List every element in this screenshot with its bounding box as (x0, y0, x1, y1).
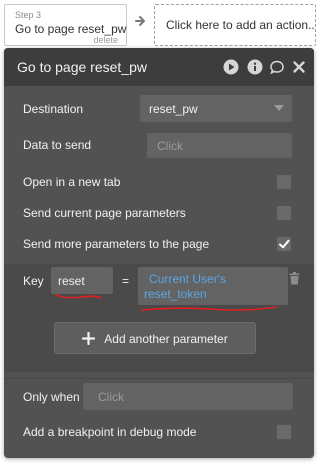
send-current-params-label: Send current page parameters (23, 206, 186, 220)
chevron-down-icon (274, 105, 284, 111)
comment-icon[interactable] (269, 59, 285, 75)
step-number: Step 3 (15, 10, 42, 20)
param-key-label: Key (23, 274, 44, 288)
send-more-params-checkbox[interactable] (277, 237, 291, 251)
add-parameter-label: Add another parameter (104, 332, 228, 346)
destination-value: reset_pw (149, 102, 198, 116)
panel-header: Go to page reset_pw (4, 48, 314, 86)
workflow-step-card[interactable]: Step 3 Go to page reset_pw delete (4, 4, 127, 46)
only-when-label: Only when (23, 390, 80, 404)
open-new-tab-checkbox[interactable] (277, 175, 291, 189)
param-key-field[interactable]: reset (51, 267, 113, 294)
red-underline-annotation (141, 306, 277, 311)
info-icon[interactable] (247, 59, 263, 75)
breakpoint-checkbox[interactable] (277, 425, 291, 439)
trash-icon[interactable] (289, 272, 300, 285)
param-value-line1[interactable]: Current User's (149, 272, 226, 286)
data-to-send-placeholder: Click (157, 139, 183, 153)
step-delete-link[interactable]: delete (93, 35, 118, 45)
only-when-placeholder: Click (98, 390, 124, 404)
close-icon[interactable] (291, 59, 307, 75)
play-icon[interactable] (223, 59, 239, 75)
param-equals-sign: = (122, 274, 130, 288)
divider (4, 378, 314, 379)
action-property-panel: Go to page reset_pw Destination reset_pw… (4, 48, 314, 458)
add-action-placeholder[interactable]: Click here to add an action... (154, 4, 316, 46)
red-underline-annotation (55, 294, 102, 299)
param-key-value: reset (58, 274, 85, 288)
destination-dropdown[interactable]: reset_pw (140, 95, 292, 122)
panel-title: Go to page reset_pw (17, 59, 147, 75)
destination-label: Destination (23, 102, 84, 116)
add-parameter-button[interactable]: Add another parameter (54, 322, 256, 354)
breakpoint-label: Add a breakpoint in debug mode (23, 425, 197, 439)
send-more-params-label: Send more parameters to the page (23, 237, 210, 251)
step-title: Go to page reset_pw (15, 22, 127, 36)
param-value-line2[interactable]: reset_token (144, 287, 207, 301)
param-value-field[interactable]: Current User's reset_token (138, 267, 288, 305)
arrow-right-icon (135, 16, 145, 26)
send-current-params-checkbox[interactable] (277, 206, 291, 220)
data-to-send-label: Data to send (23, 138, 92, 152)
checkmark-icon (279, 239, 290, 249)
parameter-block: Key reset = Current User's reset_token A… (4, 264, 314, 372)
data-to-send-field[interactable]: Click (147, 133, 292, 158)
only-when-field[interactable]: Click (83, 383, 293, 410)
open-new-tab-label: Open in a new tab (23, 175, 121, 189)
